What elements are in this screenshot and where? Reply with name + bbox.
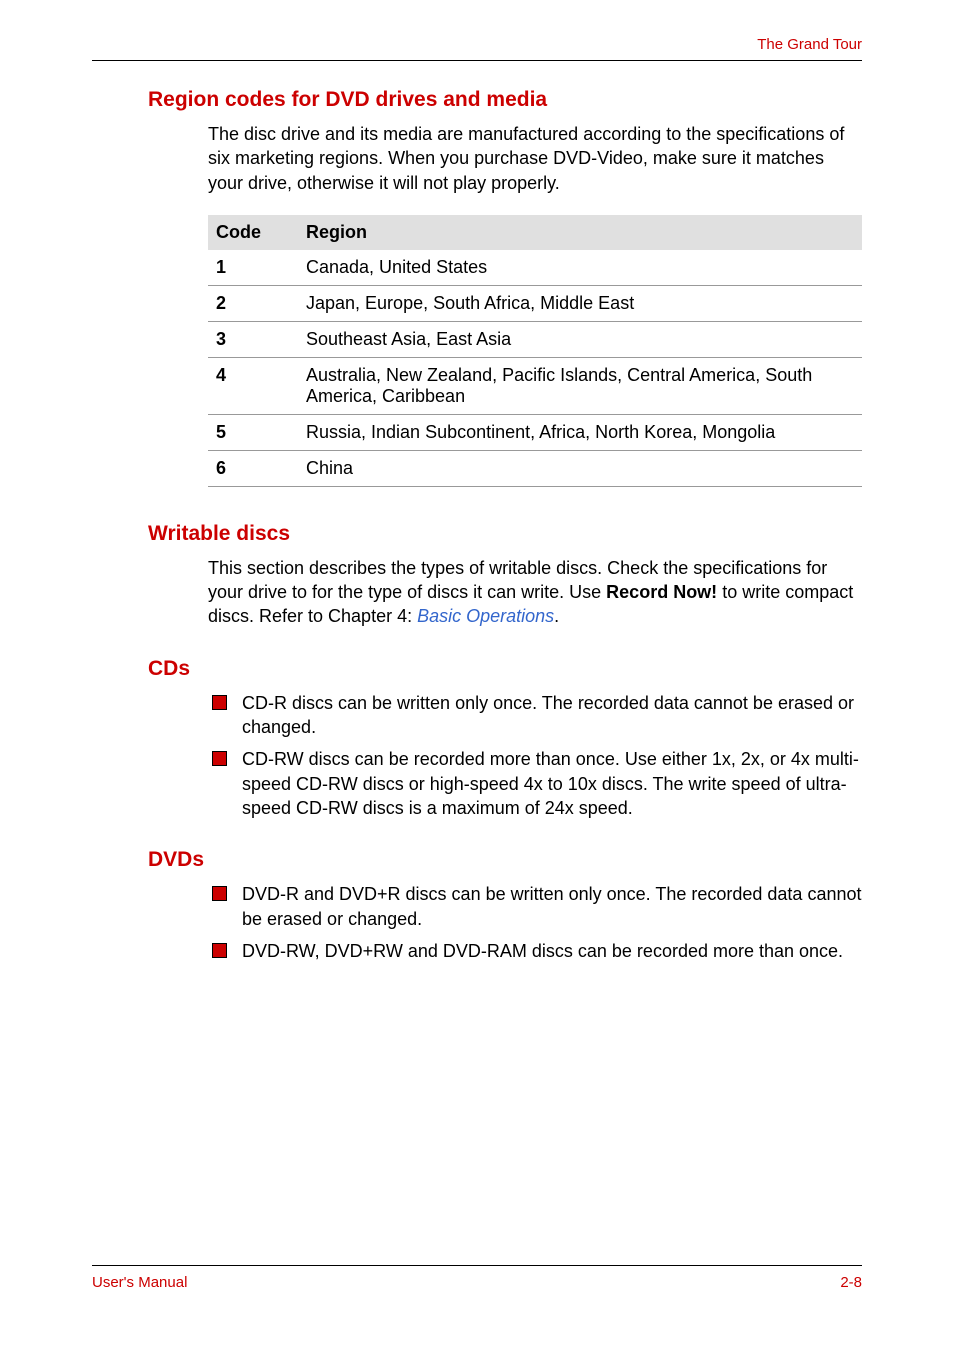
page-header: The Grand Tour [92,36,862,61]
table-cell-region: Japan, Europe, South Africa, Middle East [298,285,862,321]
table-cell-region: Australia, New Zealand, Pacific Islands,… [298,357,862,414]
heading-writable-discs: Writable discs [148,522,862,546]
table-cell-code: 3 [208,321,298,357]
table-row: 5 Russia, Indian Subcontinent, Africa, N… [208,414,862,450]
writable-intro-bold: Record Now! [606,582,717,602]
dvds-list: DVD-R and DVD+R discs can be written onl… [208,882,862,963]
table-row: 6 China [208,450,862,486]
table-header-row: Code Region [208,215,862,250]
footer-left: User's Manual [92,1274,187,1291]
table-header-code: Code [208,215,298,250]
cds-list: CD-R discs can be written only once. The… [208,691,862,820]
table-cell-region: China [298,450,862,486]
table-cell-code: 2 [208,285,298,321]
table-cell-region: Canada, United States [298,250,862,286]
table-cell-code: 6 [208,450,298,486]
heading-cds: CDs [148,657,862,681]
main-content: Region codes for DVD drives and media Th… [148,88,862,991]
table-row: 2 Japan, Europe, South Africa, Middle Ea… [208,285,862,321]
table-cell-code: 5 [208,414,298,450]
basic-operations-link[interactable]: Basic Operations [417,606,554,626]
footer-right: 2-8 [840,1274,862,1291]
table-row: 1 Canada, United States [208,250,862,286]
region-codes-section: Region codes for DVD drives and media Th… [148,88,862,487]
writable-discs-intro: This section describes the types of writ… [208,556,862,629]
region-codes-table: Code Region 1 Canada, United States 2 Ja… [208,215,862,487]
table-cell-region: Southeast Asia, East Asia [298,321,862,357]
list-item: CD-RW discs can be recorded more than on… [208,747,862,820]
table-cell-region: Russia, Indian Subcontinent, Africa, Nor… [298,414,862,450]
heading-dvds: DVDs [148,848,862,872]
heading-region-codes: Region codes for DVD drives and media [148,88,862,112]
list-item: DVD-RW, DVD+RW and DVD-RAM discs can be … [208,939,862,963]
list-item: DVD-R and DVD+R discs can be written onl… [208,882,862,931]
page-footer: User's Manual 2-8 [92,1265,862,1291]
list-item: CD-R discs can be written only once. The… [208,691,862,740]
table-cell-code: 1 [208,250,298,286]
cds-section: CDs CD-R discs can be written only once.… [148,657,862,820]
dvds-section: DVDs DVD-R and DVD+R discs can be writte… [148,848,862,963]
table-header-region: Region [298,215,862,250]
region-codes-intro: The disc drive and its media are manufac… [208,122,862,195]
writable-intro-part3: . [554,606,559,626]
table-cell-code: 4 [208,357,298,414]
table-row: 3 Southeast Asia, East Asia [208,321,862,357]
writable-discs-section: Writable discs This section describes th… [148,522,862,629]
table-row: 4 Australia, New Zealand, Pacific Island… [208,357,862,414]
header-title: The Grand Tour [757,36,862,53]
